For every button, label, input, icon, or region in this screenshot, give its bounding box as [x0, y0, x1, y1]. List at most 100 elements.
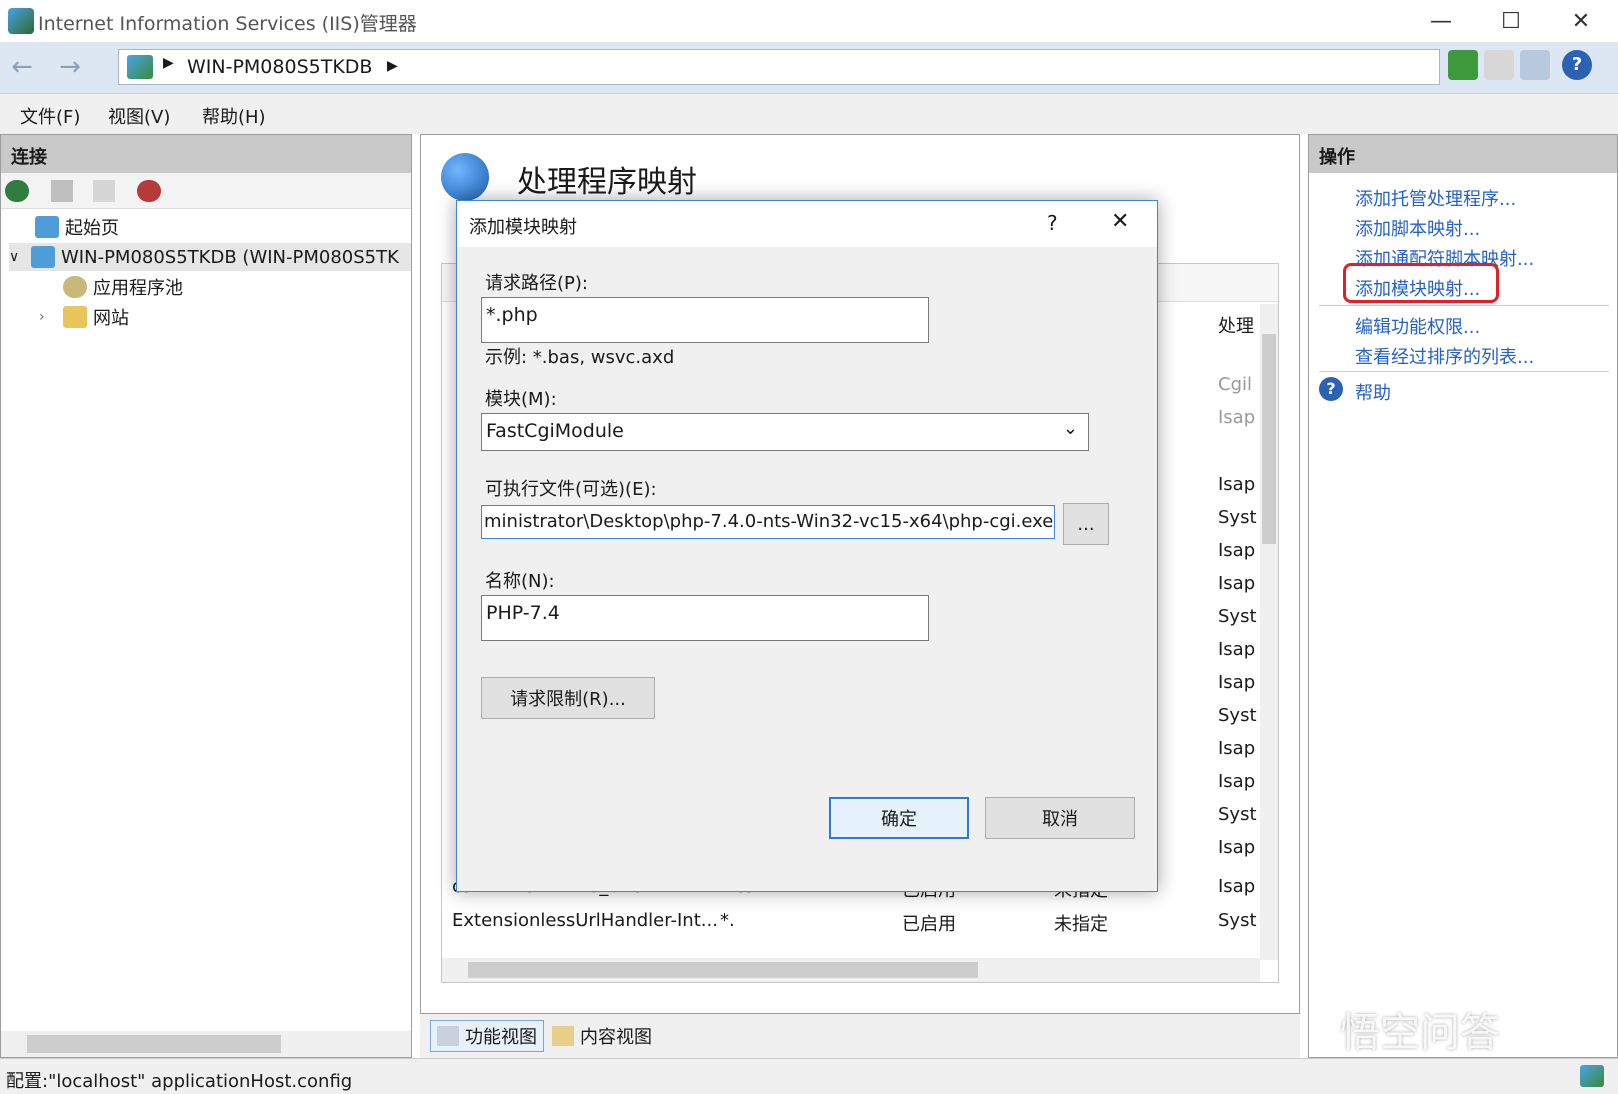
chevron-down-icon[interactable]: ⌄ — [1063, 418, 1078, 439]
cell: 已启用 — [902, 914, 956, 935]
tree-item-start-page[interactable]: 起始页 — [35, 213, 119, 241]
start-page-icon — [35, 216, 59, 238]
breadcrumb-server[interactable]: WIN-PM080S5TKDB — [187, 56, 372, 78]
chevron-right-icon[interactable]: ▶ — [163, 55, 174, 71]
connections-title: 连接 — [1, 135, 411, 173]
tree-item-sites[interactable]: › 网站 — [39, 303, 129, 331]
window-title: Internet Information Services (IIS)管理器 — [38, 13, 417, 35]
tab-content-view[interactable]: 内容视图 — [546, 1020, 658, 1052]
home-icon[interactable] — [1520, 50, 1550, 80]
cell: Isap — [1218, 573, 1256, 594]
page-title: 处理程序映射 — [517, 165, 697, 200]
chevron-down-icon[interactable]: ∨ — [9, 249, 31, 265]
module-select-value: FastCgiModule — [486, 420, 624, 442]
stop-icon[interactable] — [1484, 50, 1514, 80]
tree-label: 应用程序池 — [93, 278, 183, 299]
menu-file[interactable]: 文件(F) — [20, 103, 80, 129]
minimize-icon[interactable]: — — [1406, 0, 1476, 42]
divider — [1319, 371, 1609, 372]
table-row[interactable]: ExtensionlessUrlHandler-Int... *. 已启用 未指… — [442, 904, 1262, 937]
vertical-scrollbar[interactable] — [1260, 304, 1278, 960]
scrollbar-thumb[interactable] — [27, 1035, 281, 1053]
cell: Syst — [1218, 804, 1257, 825]
action-help[interactable]: 帮助 — [1355, 379, 1391, 405]
tab-label: 内容视图 — [580, 1027, 652, 1048]
scrollbar-thumb[interactable] — [1262, 334, 1276, 544]
cell: Isap — [1218, 738, 1256, 759]
action-add-managed-handler[interactable]: 添加托管处理程序... — [1355, 185, 1516, 211]
cancel-button[interactable]: 取消 — [985, 797, 1135, 839]
maximize-icon[interactable]: ☐ — [1476, 0, 1546, 42]
back-arrow-icon[interactable]: ← — [4, 49, 40, 85]
name-input[interactable]: PHP-7.4 — [481, 595, 929, 641]
refresh-icon[interactable] — [1448, 50, 1478, 80]
title-bar: Internet Information Services (IIS)管理器 —… — [0, 0, 1618, 42]
divider — [1319, 305, 1609, 306]
app-pool-icon — [63, 276, 87, 298]
menu-view[interactable]: 视图(V) — [108, 103, 170, 129]
view-tabs: 功能视图 内容视图 — [420, 1014, 1300, 1058]
request-path-input[interactable]: *.php — [481, 297, 929, 343]
connections-panel: 连接 起始页 ∨ WIN-PM080S5TKDB (WIN-PM080S5TK … — [0, 134, 412, 1058]
forward-arrow-icon[interactable]: → — [52, 49, 88, 85]
executable-label: 可执行文件(可选)(E): — [485, 479, 657, 500]
address-box[interactable]: ▶ WIN-PM080S5TKDB ▶ — [118, 49, 1440, 85]
cell: *. — [720, 910, 735, 931]
cell: Syst — [1218, 606, 1257, 627]
disconnect-icon[interactable] — [137, 180, 161, 202]
tree-label: 起始页 — [65, 218, 119, 239]
browse-button[interactable]: ... — [1063, 503, 1109, 545]
cell: Isap — [1218, 407, 1256, 428]
close-icon[interactable]: ✕ — [1546, 0, 1616, 42]
chevron-right-icon[interactable]: › — [39, 309, 63, 325]
feature-view-icon — [437, 1026, 459, 1046]
highlight-box — [1343, 263, 1499, 303]
menu-help[interactable]: 帮助(H) — [202, 103, 266, 129]
module-label: 模块(M): — [485, 389, 557, 410]
help-icon[interactable]: ? — [1562, 50, 1592, 80]
content-view-icon — [552, 1026, 574, 1046]
tree-label: 网站 — [93, 308, 129, 329]
connect-icon[interactable] — [5, 180, 29, 202]
action-edit-permissions[interactable]: 编辑功能权限... — [1355, 313, 1480, 339]
tree-item-server[interactable]: ∨ WIN-PM080S5TKDB (WIN-PM080S5TK — [9, 243, 411, 271]
connections-toolbar — [1, 173, 411, 209]
cell: Cgil — [1218, 374, 1252, 395]
handler-mappings-icon — [441, 153, 489, 201]
cell: Isap — [1218, 540, 1256, 561]
cell: Isap — [1218, 672, 1256, 693]
scrollbar-thumb[interactable] — [468, 962, 978, 978]
cell: ExtensionlessUrlHandler-Int... — [452, 910, 718, 931]
server-icon — [127, 55, 153, 79]
close-icon[interactable]: ✕ — [1111, 209, 1129, 234]
actions-panel: 操作 添加托管处理程序... 添加脚本映射... 添加通配符脚本映射... 添加… — [1308, 134, 1618, 1058]
help-icon[interactable]: ? — [1319, 377, 1343, 401]
horizontal-scrollbar[interactable] — [442, 958, 1260, 982]
dialog-help-button[interactable]: ? — [1047, 211, 1058, 235]
request-path-label: 请求路径(P): — [485, 273, 588, 294]
tab-feature-view[interactable]: 功能视图 — [430, 1020, 544, 1052]
address-bar: ← → ▶ WIN-PM080S5TKDB ▶ ? — [0, 42, 1618, 94]
iis-app-icon — [8, 8, 34, 34]
module-select[interactable]: FastCgiModule ⌄ — [481, 413, 1089, 451]
horizontal-scrollbar[interactable] — [1, 1031, 411, 1057]
tree-item-app-pools[interactable]: 应用程序池 — [63, 273, 183, 301]
tab-label: 功能视图 — [465, 1027, 537, 1048]
ok-button[interactable]: 确定 — [829, 797, 969, 839]
server-icon — [31, 246, 55, 268]
action-view-ordered-list[interactable]: 查看经过排序的列表... — [1355, 343, 1534, 369]
action-add-script-map[interactable]: 添加脚本映射... — [1355, 215, 1480, 241]
up-folder-icon[interactable] — [93, 180, 115, 202]
status-text: 配置:"localhost" applicationHost.config — [6, 1071, 353, 1092]
request-path-example: 示例: *.bas, wsvc.axd — [485, 347, 675, 368]
chevron-right-icon[interactable]: ▶ — [387, 58, 398, 74]
executable-input[interactable]: ministrator\Desktop\php-7.4.0-nts-Win32-… — [481, 505, 1055, 539]
column-header-handler[interactable]: 处理 — [1218, 312, 1254, 338]
name-label: 名称(N): — [485, 571, 555, 592]
dialog-title: 添加模块映射 — [469, 217, 577, 238]
watermark-text: 悟空问答 — [1340, 1010, 1500, 1056]
save-icon[interactable] — [51, 180, 73, 202]
request-restrictions-button[interactable]: 请求限制(R)... — [481, 677, 655, 719]
cell: Syst — [1218, 910, 1257, 931]
cell: Isap — [1218, 837, 1256, 858]
